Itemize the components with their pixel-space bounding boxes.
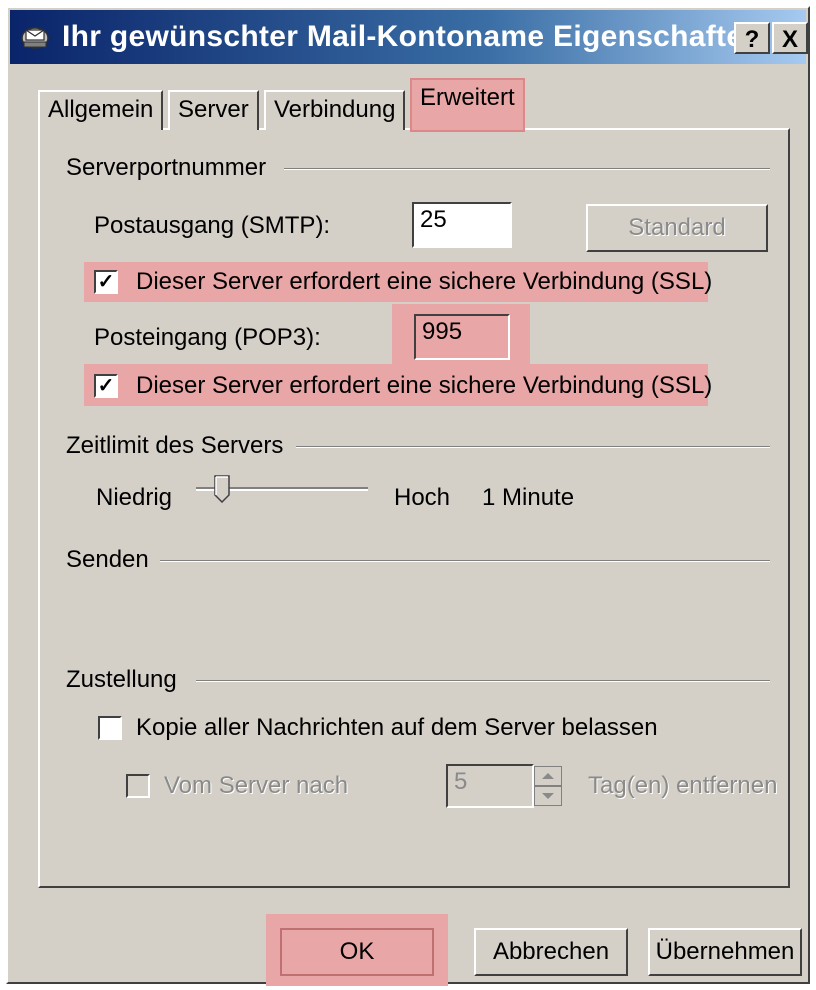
keep-copy-label: Kopie aller Nachrichten auf dem Server b… [136,714,658,741]
group-label-serverportnummer: Serverportnummer [66,154,277,182]
timeout-value-label: 1 Minute [482,484,575,511]
smtp-port-input[interactable]: 25 [412,202,512,248]
tab-verbindung[interactable]: Verbindung [264,90,406,130]
mail-account-icon [21,27,49,49]
group-label-zeitlimit: Zeitlimit des Servers [66,432,294,460]
pop3-port-input[interactable]: 995 [414,314,510,360]
days-spinner[interactable] [534,766,562,806]
checkmark-icon: ✓ [97,375,115,397]
group-divider [284,168,770,170]
group-divider [296,446,770,448]
ok-button[interactable]: OK [280,928,434,976]
group-divider [160,560,770,562]
timeout-high-label: Hoch [394,484,451,511]
group-divider [196,680,770,682]
checkmark-icon: ✓ [97,271,115,293]
days-suffix-label: Tag(en) entfernen [588,772,778,799]
tab-panel-erweitert: Serverportnummer Postausgang (SMTP): 25 … [38,128,790,888]
pop3-ssl-label: Dieser Server erfordert eine sichere Ver… [136,372,713,399]
tab-erweitert[interactable]: Erweitert [410,78,525,132]
tab-allgemein[interactable]: Allgemein [38,90,164,130]
close-button[interactable]: X [772,22,808,54]
properties-dialog: Ihr gewünschter Mail-Kontoname Eigenscha… [6,6,810,986]
window-title: Ihr gewünschter Mail-Kontoname Eigenscha… [62,20,762,53]
smtp-ssl-label: Dieser Server erfordert eine sichere Ver… [136,268,713,295]
group-label-zustellung: Zustellung [66,666,187,694]
standard-button[interactable]: Standard [586,204,768,252]
remove-after-checkbox[interactable] [126,774,150,798]
smtp-ssl-checkbox[interactable]: ✓ [94,270,118,294]
keep-copy-checkbox[interactable] [98,716,122,740]
remove-after-label: Vom Server nach [164,772,349,799]
tab-server[interactable]: Server [168,90,259,130]
smtp-port-label: Postausgang (SMTP): [94,212,331,239]
apply-button[interactable]: Übernehmen [648,928,802,976]
pop3-ssl-checkbox[interactable]: ✓ [94,374,118,398]
remove-after-days-input[interactable]: 5 [446,764,534,808]
timeout-low-label: Niedrig [96,484,173,511]
pop3-port-label: Posteingang (POP3): [94,324,321,351]
cancel-button[interactable]: Abbrechen [474,928,628,976]
help-button[interactable]: ? [734,22,770,54]
timeout-slider-thumb[interactable] [214,475,230,503]
group-label-senden: Senden [66,546,159,574]
title-bar[interactable]: Ihr gewünschter Mail-Kontoname Eigenscha… [10,10,808,64]
